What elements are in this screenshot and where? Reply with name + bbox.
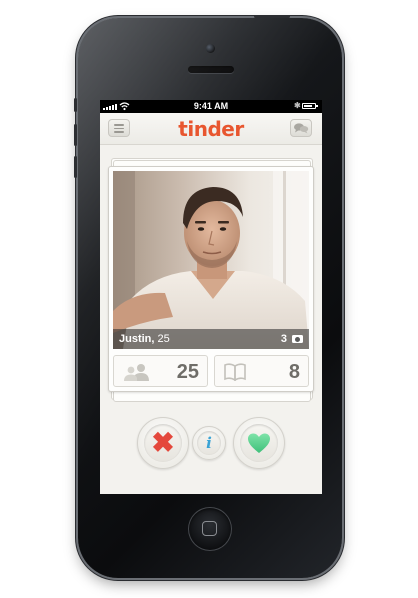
chat-button[interactable] bbox=[290, 119, 312, 137]
nope-button[interactable]: ✖ bbox=[137, 417, 189, 469]
profile-photo-image bbox=[113, 171, 309, 349]
bluetooth-icon: ✱ bbox=[294, 101, 301, 110]
like-button[interactable] bbox=[233, 417, 285, 469]
status-bar: 9:41 AM ✱ bbox=[100, 100, 322, 113]
volume-up-button bbox=[74, 124, 77, 146]
profile-card[interactable]: Justin, 25 3 25 8 bbox=[108, 166, 314, 392]
shared-friends-count: 25 bbox=[176, 361, 199, 383]
home-button[interactable] bbox=[188, 507, 232, 551]
battery-icon bbox=[302, 103, 318, 109]
phone-screen: 9:41 AM ✱ tinder Justin, 25 3 25 8 ✖ i bbox=[100, 100, 322, 494]
profile-name: Justin bbox=[119, 333, 152, 345]
chat-bubbles-icon bbox=[294, 123, 309, 134]
shared-friends-stat[interactable]: 25 bbox=[113, 355, 208, 387]
shared-interests-count: 8 bbox=[288, 361, 300, 383]
book-icon bbox=[224, 363, 246, 381]
people-icon bbox=[124, 364, 149, 381]
x-icon: ✖ bbox=[151, 427, 175, 458]
profile-age: 25 bbox=[157, 333, 170, 345]
mute-switch bbox=[74, 98, 77, 112]
front-camera bbox=[206, 44, 215, 53]
earpiece-speaker bbox=[188, 66, 234, 73]
info-button[interactable]: i bbox=[192, 426, 226, 460]
volume-down-button bbox=[74, 156, 77, 178]
shared-interests-stat[interactable]: 8 bbox=[214, 355, 309, 387]
profile-name-age: Justin, 25 bbox=[119, 333, 170, 345]
status-time: 9:41 AM bbox=[193, 101, 229, 111]
profile-photo[interactable]: Justin, 25 3 bbox=[113, 171, 309, 349]
camera-icon bbox=[292, 335, 303, 343]
sleep-button bbox=[254, 15, 290, 18]
heart-icon bbox=[248, 433, 270, 453]
photo-count: 3 bbox=[280, 333, 287, 345]
photo-caption: Justin, 25 3 bbox=[113, 329, 309, 349]
app-logo: tinder bbox=[178, 117, 244, 141]
nav-bar: tinder bbox=[100, 113, 322, 145]
info-icon: i bbox=[206, 434, 212, 452]
